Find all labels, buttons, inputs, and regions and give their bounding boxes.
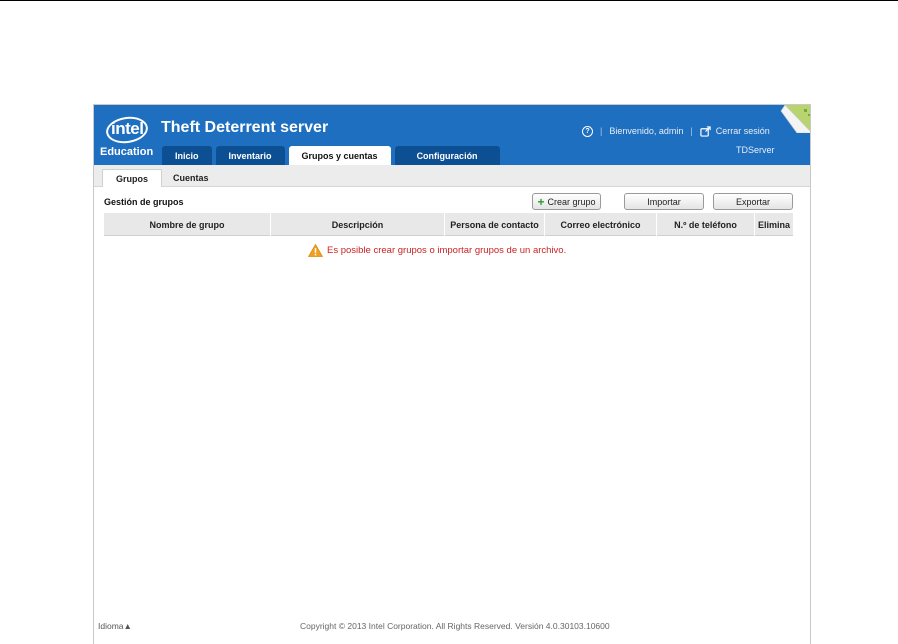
subtab-grupos[interactable]: Grupos	[102, 169, 163, 187]
welcome-text: Bienvenido, admin	[609, 126, 684, 136]
top-border-line	[0, 0, 898, 1]
logo-subtext: Education	[100, 146, 154, 158]
import-button[interactable]: Importar	[624, 193, 704, 210]
server-name: TDServer	[736, 145, 775, 155]
tab-inicio[interactable]: Inicio	[162, 146, 212, 165]
column-header-nombre[interactable]: Nombre de grupo	[104, 213, 271, 236]
export-button[interactable]: Exportar	[713, 193, 793, 210]
section-title: Gestión de grupos	[104, 197, 184, 207]
empty-table-notice: Es posible crear grupos o importar grupo…	[308, 244, 566, 257]
groups-table-header: Nombre de grupo Descripción Persona de c…	[104, 213, 793, 236]
user-area: ? | Bienvenido, admin | Cerrar sesión	[582, 124, 770, 138]
app-window: intel Education Theft Deterrent server ?…	[93, 104, 811, 644]
column-header-correo[interactable]: Correo electrónico	[545, 213, 657, 236]
intel-education-logo: intel Education	[100, 114, 160, 163]
tab-configuracion[interactable]: Configuración	[394, 146, 500, 165]
create-group-button[interactable]: + Crear grupo	[532, 193, 601, 210]
copyright-text: Copyright © 2013 Intel Corporation. All …	[300, 621, 610, 631]
subtabs-bar: Grupos Cuentas	[94, 165, 810, 187]
tab-inventario[interactable]: Inventario	[215, 146, 285, 165]
divider: |	[600, 126, 603, 136]
language-selector[interactable]: Idioma▲	[98, 621, 132, 631]
subtab-cuentas[interactable]: Cuentas	[160, 169, 222, 187]
column-header-telefono[interactable]: N.º de teléfono	[657, 213, 755, 236]
page-curl-corner	[777, 105, 810, 133]
notice-text: Es posible crear grupos o importar grupo…	[327, 245, 567, 256]
external-link-icon	[700, 125, 711, 137]
divider: |	[690, 126, 693, 136]
column-header-descripcion[interactable]: Descripción	[271, 213, 445, 236]
warning-icon	[308, 244, 323, 257]
main-nav-tabs: Inicio Inventario Grupos y cuentas Confi…	[162, 146, 504, 165]
plus-icon: +	[537, 194, 545, 209]
logo-text: intel	[111, 119, 144, 138]
column-header-eliminar[interactable]: Elimina	[755, 213, 793, 236]
header-bar: intel Education Theft Deterrent server ?…	[94, 105, 810, 165]
help-icon[interactable]: ?	[582, 125, 593, 137]
column-header-contacto[interactable]: Persona de contacto	[445, 213, 545, 236]
logout-link[interactable]: Cerrar sesión	[716, 126, 770, 136]
tab-grupos-y-cuentas[interactable]: Grupos y cuentas	[288, 146, 391, 165]
app-title: Theft Deterrent server	[161, 119, 329, 136]
create-group-label: Crear grupo	[547, 196, 596, 207]
